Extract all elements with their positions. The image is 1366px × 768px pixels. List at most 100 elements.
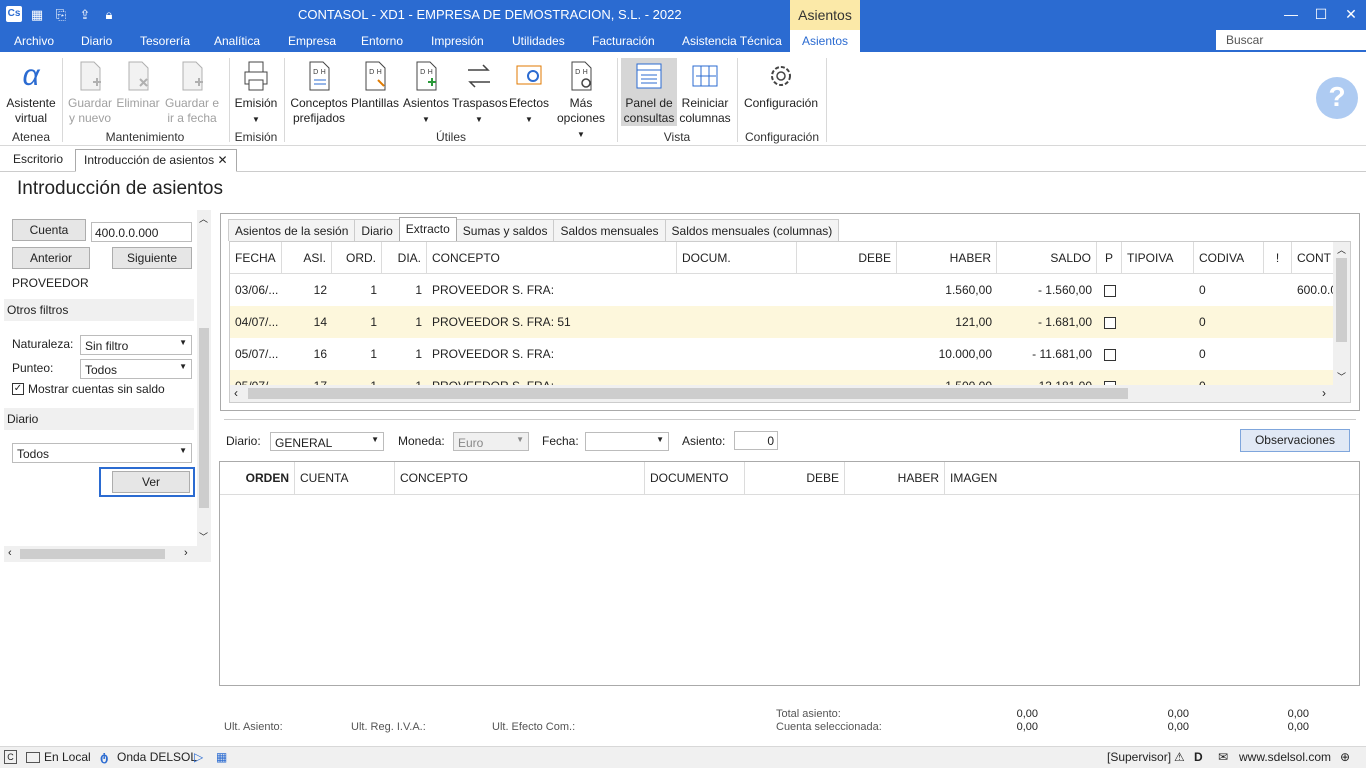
play-icon[interactable]: ▷ [194,750,203,764]
lock-icon[interactable]: 🔒︎ [100,6,118,24]
panel-consultas-button[interactable]: Panel de consultas [621,58,677,126]
conceptos-prefijados-button[interactable]: D H Conceptos prefijados [288,60,350,126]
menu-empresa[interactable]: Empresa [288,34,336,48]
observaciones-button[interactable]: Observaciones [1240,429,1350,452]
maximize-button[interactable]: ☐ [1306,0,1336,30]
grid-row[interactable]: 04/07/... 14 1 1 PROVEEDOR S. FRA: 51 121,00 -… [230,306,1333,338]
moneda-combo[interactable]: Euro ▼ [453,432,529,451]
cuenta-input[interactable]: 400.0.0.000 [91,222,192,242]
ver-button[interactable]: Ver [112,471,190,493]
anterior-button[interactable]: Anterior [12,247,90,269]
splitter[interactable] [224,419,1356,421]
col-ord[interactable]: ORD. [332,242,382,274]
siguiente-button[interactable]: Siguiente [112,247,192,269]
minimize-button[interactable]: — [1276,0,1306,30]
col-fecha[interactable]: FECHA [230,242,282,274]
cell-p[interactable] [1097,274,1122,306]
menu-asientos[interactable]: Asientos [790,30,860,52]
menu-entorno[interactable]: Entorno [361,34,403,48]
calculator-icon[interactable]: ▦ [216,750,227,764]
asiento-input[interactable]: 0 [734,431,778,450]
eliminar-button[interactable]: Eliminar [116,60,160,111]
reiniciar-columnas-button[interactable]: Reiniciar columnas [679,60,731,126]
col-debe-lower[interactable]: DEBE [745,462,845,494]
scroll-thumb[interactable] [20,549,165,559]
export-icon[interactable]: ⇪ [76,6,94,24]
search-input[interactable]: Buscar [1216,30,1366,50]
tab-asientos-sesion[interactable]: Asientos de la sesión [228,219,356,241]
tab-saldos-mensuales[interactable]: Saldos mensuales [553,219,666,241]
efectos-button[interactable]: Efectos ▼ [507,60,551,127]
col-orden[interactable]: ORDEN [220,462,295,494]
scroll-thumb[interactable] [199,328,209,508]
col-asi[interactable]: ASI. [282,242,332,274]
col-docum[interactable]: DOCUM. [677,242,797,274]
menu-asistencia[interactable]: Asistencia Técnica [682,34,782,48]
punteo-checkbox[interactable] [1103,284,1116,297]
globe-icon[interactable]: ⊕ [1340,750,1350,764]
asientos-button[interactable]: D H Asientos ▼ [401,60,451,127]
grid-row[interactable]: 05/07/... 16 1 1 PROVEEDOR S. FRA: 10.000,00 -… [230,338,1333,370]
col-haber-lower[interactable]: HABER [845,462,945,494]
chevron-right-icon[interactable]: › [184,547,188,559]
tab-saldos-mensuales-columnas[interactable]: Saldos mensuales (columnas) [664,219,840,241]
help-icon[interactable]: ? [1316,77,1358,119]
calendar-icon[interactable]: ▦ [28,6,46,24]
cell-p[interactable] [1097,306,1122,338]
close-tab-icon[interactable]: ✕ [217,153,227,167]
col-concepto[interactable]: CONCEPTO [427,242,677,274]
menu-analitica[interactable]: Analítica [214,34,260,48]
menu-diario[interactable]: Diario [81,34,112,48]
configuracion-button[interactable]: Configuración [742,60,820,111]
grid-horizontal-scrollbar[interactable]: ‹ › [230,385,1350,402]
diario-combo[interactable]: GENERAL ▼ [270,432,384,451]
open-folder-icon[interactable]: ⎘ [52,6,70,24]
menu-impresion[interactable]: Impresión [431,34,484,48]
menu-facturacion[interactable]: Facturación [592,34,655,48]
c-icon[interactable]: C [4,750,17,764]
diario-select[interactable]: Todos ▼ [12,443,192,463]
scroll-thumb[interactable] [248,388,1128,399]
menu-archivo[interactable]: Archivo [14,34,54,48]
close-button[interactable]: ✕ [1336,0,1366,30]
tab-diario[interactable]: Diario [354,219,400,241]
col-p[interactable]: P [1097,242,1122,274]
col-concepto-lower[interactable]: CONCEPTO [395,462,645,494]
col-tipoiva[interactable]: TIPOIVA [1122,242,1194,274]
grid-row[interactable]: 03/06/... 12 1 1 PROVEEDOR S. FRA: 1.560,00 - … [230,274,1337,306]
delsol-d-icon[interactable]: D [1194,750,1203,764]
left-horizontal-scrollbar[interactable]: ‹ › [4,546,211,562]
chevron-down-icon[interactable]: ﹀ [199,530,208,543]
grid-vertical-scrollbar[interactable]: ︿ ﹀ [1333,242,1350,385]
col-dia[interactable]: DIA. [382,242,427,274]
col-documento[interactable]: DOCUMENTO [645,462,745,494]
cuenta-button[interactable]: Cuenta [12,219,86,241]
guardar-fecha-button[interactable]: Guardar e ir a fecha [163,60,221,126]
col-cuenta[interactable]: CUENTA [295,462,395,494]
chevron-up-icon[interactable]: ︿ [1337,243,1346,256]
asistente-virtual-button[interactable]: α Asistente virtual [4,60,58,126]
col-imagen[interactable]: IMAGEN [945,462,1045,494]
col-codiva[interactable]: CODIVA [1194,242,1264,274]
chevron-right-icon[interactable]: › [1322,386,1326,400]
punteo-select[interactable]: Todos ▼ [80,359,192,379]
warning-icon[interactable]: ⚠ [1174,750,1185,764]
scroll-thumb[interactable] [1336,258,1347,342]
fecha-picker[interactable]: ▼ [585,432,669,451]
tab-sumas-saldos[interactable]: Sumas y saldos [455,219,555,241]
col-saldo[interactable]: SALDO [997,242,1097,274]
chevron-left-icon[interactable]: ‹ [8,547,12,559]
punteo-checkbox[interactable] [1103,348,1116,361]
plantillas-button[interactable]: D H Plantillas [350,60,400,111]
mostrar-checkbox[interactable]: ✓ [12,383,24,395]
traspasos-button[interactable]: Traspasos ▼ [452,60,508,127]
chevron-down-icon[interactable]: ﹀ [1337,370,1346,383]
naturaleza-select[interactable]: Sin filtro ▼ [80,335,192,355]
mail-icon[interactable]: ✉ [1218,750,1228,764]
tab-extracto[interactable]: Extracto [398,217,457,241]
punteo-checkbox[interactable] [1103,316,1116,329]
tab-introduccion[interactable]: Introducción de asientos ✕ [75,149,237,172]
chevron-left-icon[interactable]: ‹ [234,386,238,400]
chevron-up-icon[interactable]: ︿ [199,212,208,225]
menu-utilidades[interactable]: Utilidades [512,34,565,48]
